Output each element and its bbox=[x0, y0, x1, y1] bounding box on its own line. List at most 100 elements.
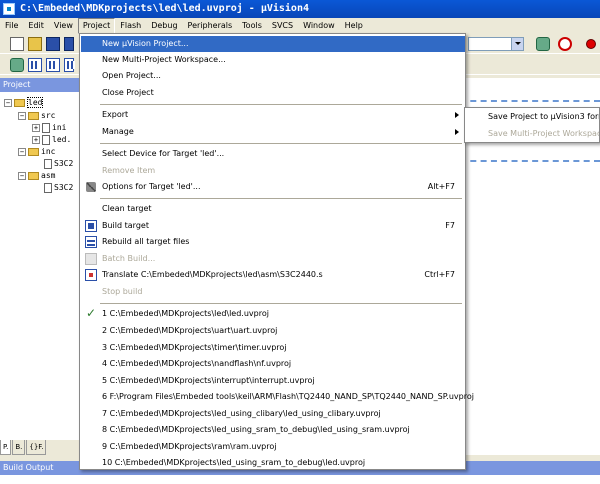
menu-file[interactable]: File bbox=[0, 18, 23, 34]
project-menu: New µVision Project... New Multi-Project… bbox=[79, 33, 474, 471]
tab-functions[interactable]: {}F. bbox=[26, 440, 47, 455]
tree-item-group[interactable]: − asm bbox=[18, 170, 55, 182]
menu-item-export[interactable]: Export bbox=[81, 107, 465, 123]
menu-separator bbox=[100, 104, 462, 105]
folder-icon bbox=[14, 98, 25, 107]
tree-item-file[interactable]: + ini bbox=[32, 122, 66, 134]
folder-icon bbox=[28, 171, 39, 180]
collapse-icon[interactable]: − bbox=[4, 98, 12, 107]
menu-item-stop-build: Stop build bbox=[102, 287, 143, 296]
save-icon[interactable] bbox=[46, 37, 60, 51]
expand-icon[interactable]: + bbox=[32, 123, 40, 132]
menu-window[interactable]: Window bbox=[298, 18, 340, 34]
tools-icon[interactable] bbox=[536, 37, 550, 51]
collapse-icon[interactable]: − bbox=[18, 147, 26, 156]
divider bbox=[460, 160, 600, 162]
menu-item-batch-build: Batch Build... bbox=[81, 251, 465, 267]
menu-item-options-target[interactable]: Options for Target 'led'... Alt+F7 bbox=[81, 179, 465, 195]
menu-item-recent-8[interactable]: 8 C:\Embeded\MDKprojects\led_using_sram_… bbox=[81, 422, 465, 438]
menu-bar: File Edit View Project Flash Debug Perip… bbox=[0, 18, 600, 34]
menu-item-recent-4[interactable]: 4 C:\Embeded\MDKprojects\nandflash\nf.uv… bbox=[81, 356, 465, 372]
menu-item-build-target[interactable]: Build target F7 bbox=[81, 218, 465, 234]
file-icon bbox=[44, 158, 52, 169]
rebuild-icon bbox=[85, 236, 97, 248]
build-output-pane[interactable] bbox=[0, 475, 600, 484]
new-file-icon[interactable] bbox=[10, 37, 24, 51]
project-panel-tabs: P. B. {}F. bbox=[0, 439, 88, 455]
save-all-icon[interactable] bbox=[64, 37, 74, 51]
tree-item-root[interactable]: − led bbox=[4, 97, 44, 109]
menu-flash[interactable]: Flash bbox=[115, 18, 146, 34]
file-icon bbox=[42, 134, 50, 145]
uvision-app-icon bbox=[3, 3, 15, 15]
menu-item-remove-item: Remove Item bbox=[102, 166, 156, 175]
batch-build-icon bbox=[85, 253, 97, 265]
collapse-icon[interactable]: − bbox=[18, 111, 26, 120]
checkmark-icon: ✓ bbox=[86, 306, 97, 320]
find-icon[interactable] bbox=[558, 37, 572, 51]
menu-edit[interactable]: Edit bbox=[23, 18, 49, 34]
menu-item-recent-9[interactable]: 9 C:\Embeded\MDKprojects\ram\ram.uvproj bbox=[81, 439, 465, 455]
menu-project[interactable]: Project bbox=[77, 18, 116, 34]
menu-debug[interactable]: Debug bbox=[146, 18, 182, 34]
menu-item-recent-1[interactable]: ✓ 1 C:\Embeded\MDKprojects\led\led.uvproj bbox=[81, 306, 465, 322]
tab-project[interactable]: P. bbox=[0, 440, 12, 455]
menu-item-clean-target[interactable]: Clean target bbox=[81, 201, 465, 217]
tree-item-file[interactable]: S3C2 bbox=[44, 182, 73, 194]
menu-item-recent-3[interactable]: 3 C:\Embeded\MDKprojects\timer\timer.uvp… bbox=[81, 340, 465, 356]
search-combo[interactable] bbox=[468, 37, 524, 51]
project-panel-header: Project bbox=[0, 78, 88, 92]
tab-books[interactable]: B. bbox=[12, 440, 26, 455]
options-toolbar-icon[interactable] bbox=[10, 58, 24, 72]
menu-svcs[interactable]: SVCS bbox=[267, 18, 298, 34]
options-icon bbox=[85, 181, 97, 193]
menu-peripherals[interactable]: Peripherals bbox=[183, 18, 238, 34]
collapse-icon[interactable]: − bbox=[18, 171, 26, 180]
menu-item-close-project[interactable]: Close Project bbox=[81, 85, 465, 101]
menu-item-select-device[interactable]: Select Device for Target 'led'... bbox=[81, 146, 465, 162]
open-file-icon[interactable] bbox=[28, 37, 42, 51]
menu-item-save-workspace-uv3: Save Multi-Project Workspace to µVision3… bbox=[488, 129, 599, 138]
menu-item-rebuild-all[interactable]: Rebuild all target files bbox=[81, 234, 465, 250]
submenu-arrow-icon bbox=[455, 129, 459, 135]
menu-help[interactable]: Help bbox=[340, 18, 368, 34]
submenu-arrow-icon bbox=[455, 112, 459, 118]
menu-item-recent-10[interactable]: 10 C:\Embeded\MDKprojects\led_using_sram… bbox=[81, 455, 465, 471]
tree-item-file[interactable]: S3C2 bbox=[44, 158, 73, 170]
tree-item-group[interactable]: − inc bbox=[18, 146, 55, 158]
menu-separator bbox=[100, 303, 462, 304]
menu-item-manage[interactable]: Manage bbox=[81, 124, 465, 140]
menu-item-recent-6[interactable]: 6 F:\Program Files\Embeded tools\keil\AR… bbox=[81, 389, 474, 405]
file-icon bbox=[44, 182, 52, 193]
translate-toolbar-icon[interactable] bbox=[28, 58, 42, 72]
menu-view[interactable]: View bbox=[49, 18, 78, 34]
title-bar: C:\Embeded\MDKprojects\led\led.uvproj - … bbox=[0, 0, 600, 18]
stop-icon[interactable] bbox=[586, 39, 596, 49]
menu-item-recent-2[interactable]: 2 C:\Embeded\MDKprojects\uart\uart.uvpro… bbox=[81, 323, 465, 339]
menu-item-translate[interactable]: Translate C:\Embeded\MDKprojects\led\asm… bbox=[81, 267, 465, 283]
menu-separator bbox=[100, 143, 462, 144]
menu-item-recent-7[interactable]: 7 C:\Embeded\MDKprojects\led_using_cliba… bbox=[81, 406, 465, 422]
combo-arrow-icon[interactable] bbox=[511, 38, 523, 50]
menu-separator bbox=[100, 198, 462, 199]
menu-tools[interactable]: Tools bbox=[237, 18, 267, 34]
window-title: C:\Embeded\MDKprojects\led\led.uvproj - … bbox=[20, 3, 309, 14]
tree-item-group[interactable]: − src bbox=[18, 110, 55, 122]
rebuild-toolbar-icon[interactable] bbox=[64, 58, 75, 72]
project-tree[interactable]: − led − src + ini + led. − inc S3C2 − asm S3C2 bbox=[0, 92, 88, 439]
export-submenu: Save Project to µVision3 format... Save … bbox=[464, 107, 600, 143]
menu-item-new-workspace[interactable]: New Multi-Project Workspace... bbox=[81, 52, 465, 68]
menu-item-open-project[interactable]: Open Project... bbox=[81, 68, 465, 84]
folder-icon bbox=[28, 111, 39, 120]
divider bbox=[460, 100, 600, 102]
menu-item-recent-5[interactable]: 5 C:\Embeded\MDKprojects\interrupt\inter… bbox=[81, 373, 465, 389]
build-toolbar-icon[interactable] bbox=[46, 58, 60, 72]
tree-item-file[interactable]: + led. bbox=[32, 134, 71, 146]
expand-icon[interactable]: + bbox=[32, 135, 40, 144]
folder-icon bbox=[28, 147, 39, 156]
build-icon bbox=[85, 220, 97, 232]
translate-icon bbox=[85, 269, 97, 281]
file-icon bbox=[42, 122, 50, 133]
menu-item-new-project[interactable]: New µVision Project... bbox=[81, 36, 465, 52]
menu-item-save-uv3[interactable]: Save Project to µVision3 format... bbox=[466, 109, 599, 125]
